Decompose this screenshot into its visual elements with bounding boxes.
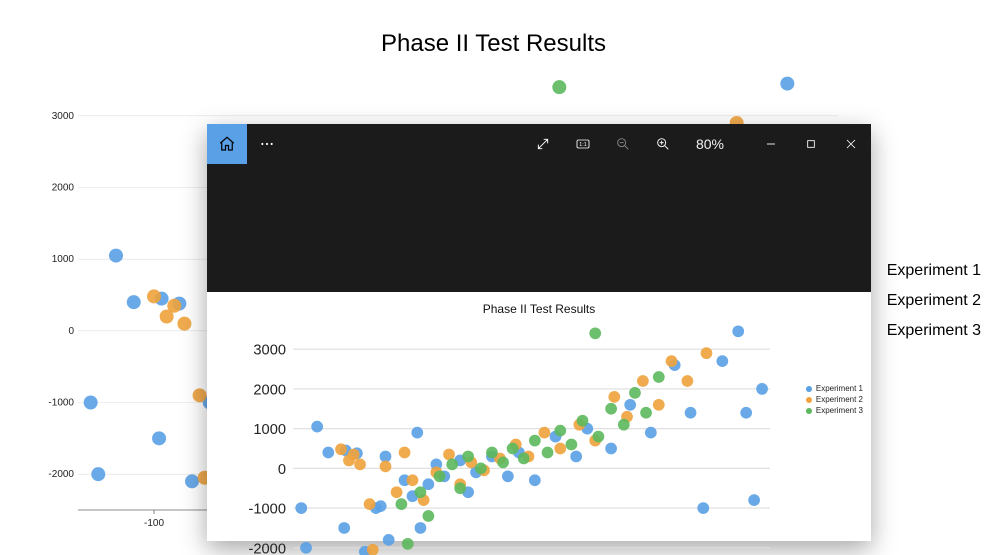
legend-label: Experiment 1: [816, 384, 863, 393]
svg-text:-1000: -1000: [249, 502, 287, 518]
mini-scatter-chart: -2000-10000100020003000-100-50050100150: [231, 322, 781, 555]
actual-size-button[interactable]: 1:1: [563, 124, 603, 164]
home-button[interactable]: [207, 124, 247, 164]
more-button[interactable]: [247, 124, 287, 164]
svg-text:3000: 3000: [253, 343, 286, 359]
zoom-level-label: 80%: [683, 124, 737, 164]
home-icon: [218, 135, 236, 153]
svg-text:-2000: -2000: [48, 469, 74, 480]
svg-text:-100: -100: [144, 518, 164, 529]
svg-text:1000: 1000: [52, 254, 75, 265]
svg-text:0: 0: [68, 326, 74, 337]
fullscreen-button[interactable]: [523, 124, 563, 164]
zoom-out-button[interactable]: [603, 124, 643, 164]
mini-legend-item: Experiment 3: [806, 406, 863, 415]
svg-text:1000: 1000: [253, 422, 286, 438]
svg-text:3000: 3000: [52, 111, 75, 122]
page-title: Phase II Test Results: [0, 30, 987, 58]
maximize-icon: [803, 136, 819, 152]
mini-legend-item: Experiment 2: [806, 395, 863, 404]
legend-label: Experiment 3: [816, 406, 863, 415]
legend-label: Experiment 2: [816, 395, 863, 404]
svg-text:-1000: -1000: [48, 398, 74, 409]
ellipsis-icon: [259, 136, 275, 152]
svg-text:2000: 2000: [253, 382, 286, 398]
maximize-button[interactable]: [791, 124, 831, 164]
image-viewer-window: 1:1 80%: [207, 124, 871, 541]
mini-legend-item: Experiment 1: [806, 384, 863, 393]
viewer-black-area: [207, 164, 871, 292]
svg-text:0: 0: [278, 462, 286, 478]
one-to-one-icon: 1:1: [575, 136, 591, 152]
mini-chart-title: Phase II Test Results: [207, 302, 871, 316]
expand-diagonal-icon: [535, 136, 551, 152]
svg-text:2000: 2000: [52, 183, 75, 194]
svg-text:-2000: -2000: [249, 541, 287, 555]
legend-swatch: [806, 408, 812, 414]
legend-swatch: [806, 397, 812, 403]
legend-swatch: [806, 386, 812, 392]
zoom-in-icon: [655, 136, 671, 152]
viewer-toolbar: 1:1 80%: [207, 124, 871, 164]
close-icon: [843, 136, 859, 152]
svg-text:1:1: 1:1: [579, 142, 586, 148]
viewer-content: Phase II Test Results -2000-100001000200…: [207, 292, 871, 541]
mini-legend: Experiment 1 Experiment 2 Experiment 3: [806, 382, 863, 417]
minimize-button[interactable]: [751, 124, 791, 164]
close-button[interactable]: [831, 124, 871, 164]
zoom-out-icon: [615, 136, 631, 152]
minimize-icon: [763, 136, 779, 152]
zoom-in-button[interactable]: [643, 124, 683, 164]
